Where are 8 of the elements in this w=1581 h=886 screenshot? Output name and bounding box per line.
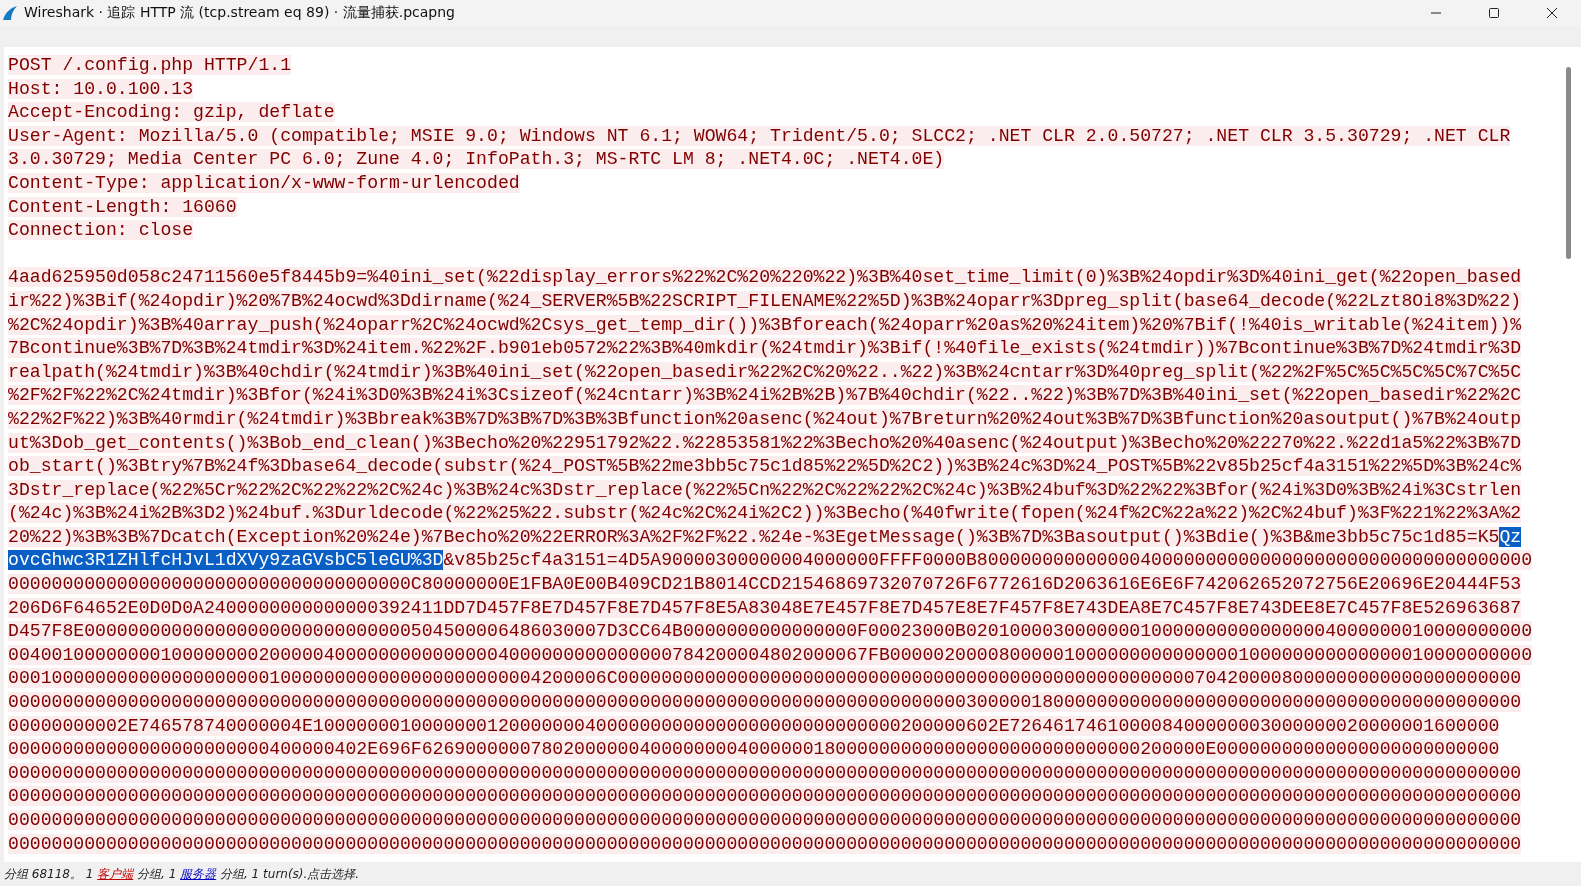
body-line: 20%22)%3B%3B%7Dcatch(Exception%20%24e)%7Becho%20%22ERROR%3A%2F%2F%22.%24e-%3EgetMessage()%3B%7D%3Basoutput()%3Bdie()%3B&me3bb5c75c1d85=K5Qz: [8, 525, 1523, 549]
body-line: ovcGhwc3R1ZHlfcHJvL1dXVy9zaGVsbC5leGU%3D&v85b25cf4a3151=4D5A90000300000004000000FFFF0000B800000000000000400000000000000000000000000000000000: [8, 549, 1534, 573]
app-logo-icon: [2, 5, 18, 21]
scrollbar-thumb[interactable]: [1566, 67, 1571, 259]
status-text: 分组 68118。 1 客户端 分组, 1 服务器 分组, 1 turn(s).点击选择.: [4, 866, 360, 882]
maximize-icon: [1488, 7, 1500, 19]
window-title: Wireshark · 追踪 HTTP 流 (tcp.stream eq 89) · 流量捕获.pcapng: [24, 4, 456, 22]
close-icon: [1546, 7, 1558, 19]
